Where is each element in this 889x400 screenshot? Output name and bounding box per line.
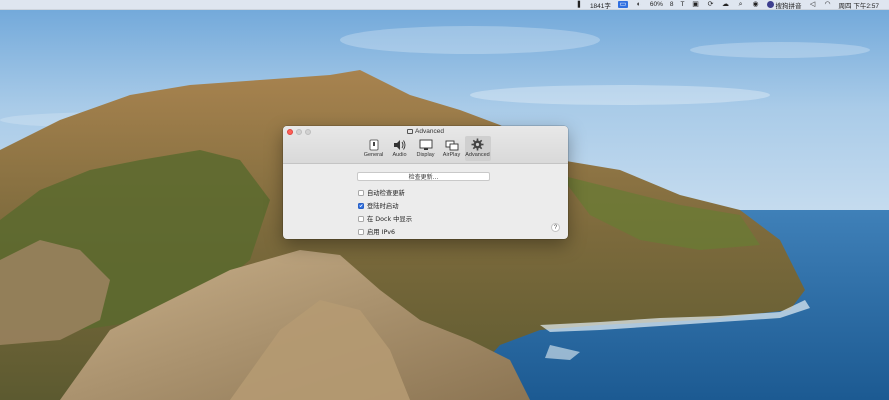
- option-show-in-dock[interactable]: 在 Dock 中显示: [358, 214, 412, 223]
- bookmark-icon: ❚: [576, 1, 582, 8]
- search-icon: ⌕: [738, 1, 743, 8]
- input-method-icon: [766, 1, 774, 8]
- menubar-clock[interactable]: 周四 下午2:57: [839, 0, 879, 10]
- tab-advanced[interactable]: Advanced: [464, 136, 491, 161]
- tab-general[interactable]: General: [361, 136, 387, 161]
- window-titlebar[interactable]: Advanced General Audio Display AirPlay A…: [283, 126, 568, 164]
- menubar-sync-item[interactable]: ⟳: [707, 1, 715, 8]
- menubar-battery-item[interactable]: 60%: [650, 1, 663, 8]
- menubar-input-method[interactable]: 搜狗拼音: [766, 0, 802, 10]
- speaker-icon: [393, 138, 407, 151]
- volume-icon: ◁: [809, 1, 816, 8]
- gear-icon: [471, 138, 485, 151]
- option-auto-check-update[interactable]: 自动检查更新: [358, 188, 405, 197]
- switch-icon: [367, 138, 381, 151]
- menubar-8-item[interactable]: 8: [670, 1, 674, 8]
- menubar-wordcount-item[interactable]: 1841字: [590, 0, 611, 10]
- tab-audio[interactable]: Audio: [387, 136, 413, 161]
- menubar-volume-item[interactable]: ◁: [809, 1, 817, 8]
- menubar-bookmark-item[interactable]: ❚: [575, 1, 583, 8]
- menubar-t-item[interactable]: T: [681, 1, 685, 8]
- speed-icon: ◐: [636, 1, 642, 8]
- option-enable-ipv6[interactable]: 启用 IPv6: [358, 227, 395, 236]
- airplay-screens-icon: [445, 138, 459, 151]
- menu-bar: ❚ 1841字 ▭ ◐ 60% 8 T ▣ ⟳ ☁ ⌕ ◉ 搜狗拼音 ◁ ◠ 周…: [0, 0, 889, 10]
- sync-icon: ⟳: [707, 1, 714, 8]
- check-update-button[interactable]: 检查更新...: [357, 172, 490, 181]
- preferences-toolbar: General Audio Display AirPlay Advanced: [283, 136, 568, 161]
- app-icon: [407, 129, 414, 134]
- monitor-icon: [419, 138, 433, 151]
- wifi-icon: ◠: [824, 1, 831, 8]
- menubar-camera-item[interactable]: ▣: [692, 1, 700, 8]
- help-button[interactable]: ?: [551, 223, 560, 232]
- menubar-speed-item[interactable]: ◐: [635, 1, 643, 8]
- cloud-icon: ☁: [722, 1, 730, 8]
- window-title: Advanced: [283, 128, 568, 135]
- checkmark-icon: [359, 204, 363, 208]
- menubar-display-item[interactable]: ▭: [617, 1, 628, 8]
- menubar-cloud-item[interactable]: ☁: [722, 1, 730, 8]
- menubar-search-item[interactable]: ⌕: [737, 1, 745, 8]
- launch-at-login-checkbox[interactable]: [358, 202, 364, 209]
- tab-display[interactable]: Display: [413, 136, 439, 161]
- option-launch-at-login[interactable]: 登陆时启动: [358, 201, 398, 210]
- display-icon: ▭: [617, 1, 628, 8]
- camera-icon: ▣: [692, 1, 699, 8]
- advanced-panel: 检查更新... 自动检查更新 登陆时启动 在 Dock 中显示 启用 IPv6 …: [283, 164, 568, 239]
- auto-check-update-checkbox[interactable]: [358, 189, 364, 196]
- preferences-window: Advanced General Audio Display AirPlay A…: [283, 126, 568, 239]
- tab-airplay[interactable]: AirPlay: [439, 136, 465, 161]
- enable-ipv6-checkbox[interactable]: [358, 228, 364, 235]
- menubar-wifi-item[interactable]: ◠: [824, 1, 832, 8]
- show-in-dock-checkbox[interactable]: [358, 215, 364, 222]
- menubar-eye-item[interactable]: ◉: [752, 1, 760, 8]
- eye-icon: ◉: [752, 1, 759, 8]
